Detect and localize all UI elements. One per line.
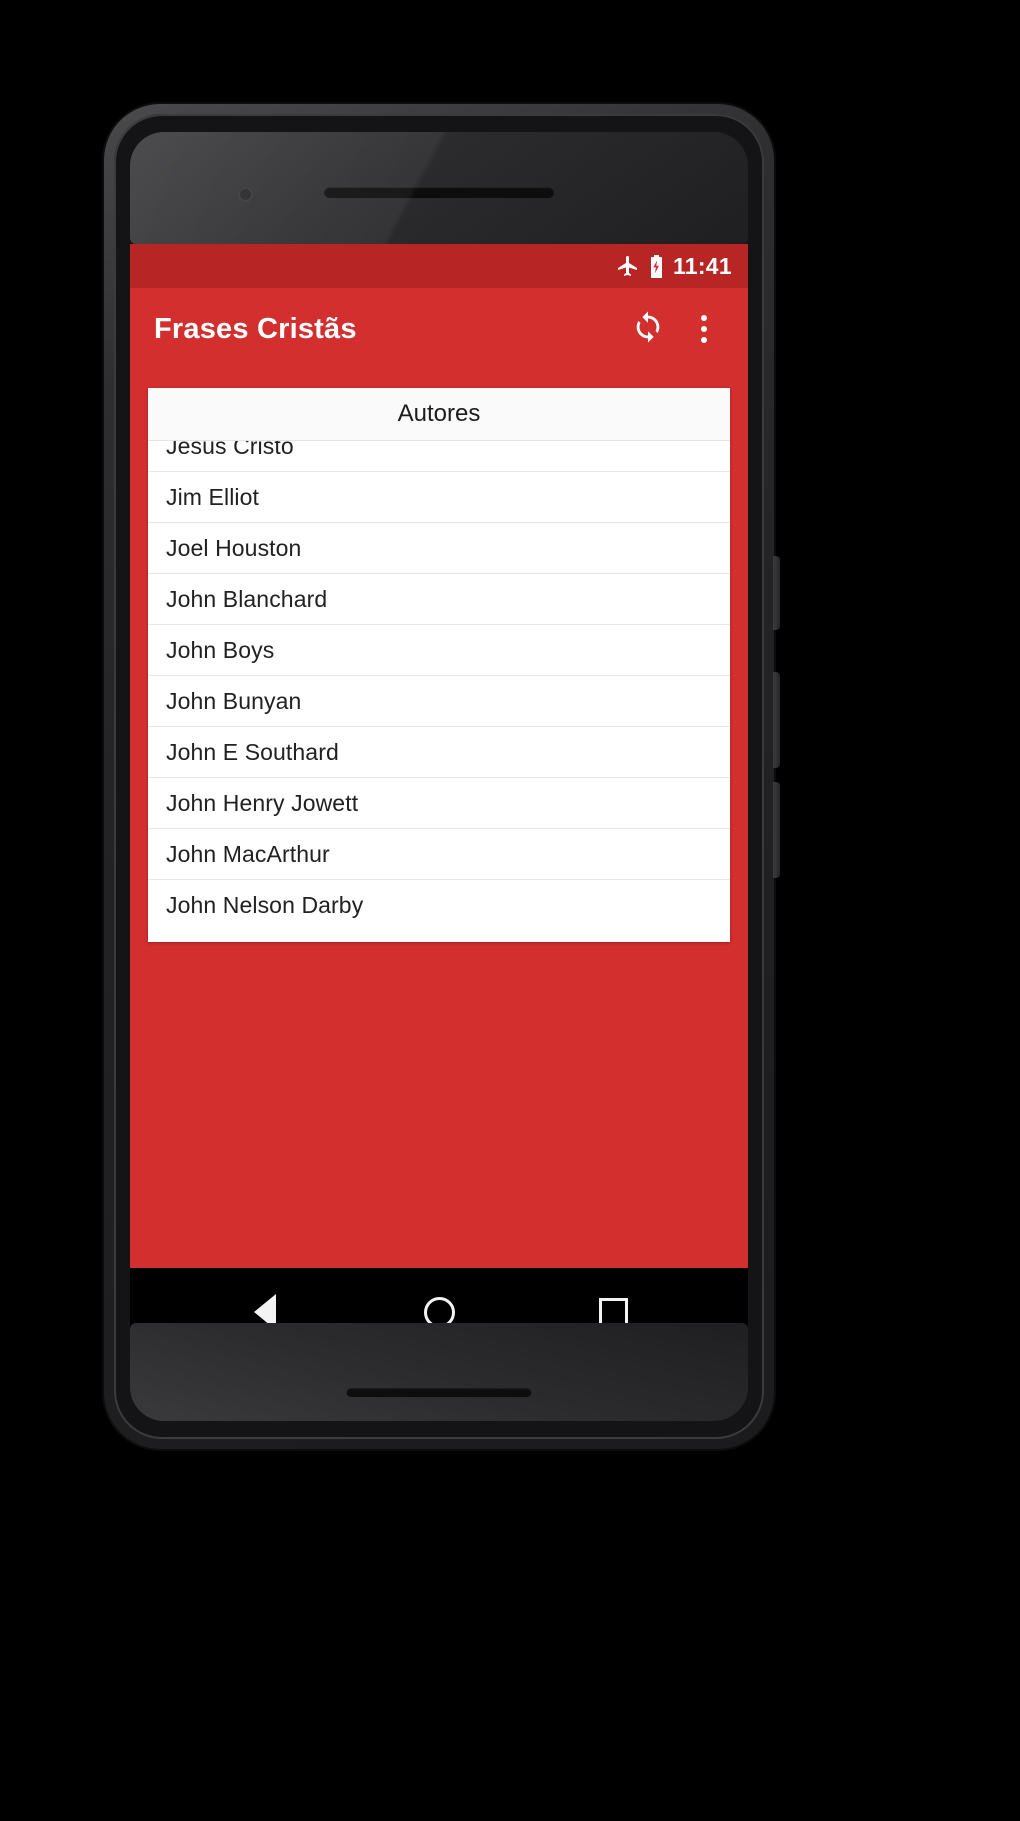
list-item[interactable]: John Henry Jowett (148, 778, 730, 829)
power-button[interactable] (773, 556, 780, 630)
list-item[interactable]: John MacArthur (148, 829, 730, 880)
phone-bottom-bezel (130, 1323, 748, 1421)
app-content: Autores Jesus Cristo Jim Elliot Joel Hou… (130, 370, 748, 1268)
list-item[interactable]: Joel Houston (148, 523, 730, 574)
author-name: John E Southard (166, 738, 339, 765)
status-bar: 11:41 (130, 244, 748, 288)
authors-card: Autores Jesus Cristo Jim Elliot Joel Hou… (148, 388, 730, 942)
author-name: Jesus Cristo (166, 441, 294, 459)
battery-charging-icon (649, 254, 664, 278)
refresh-icon (631, 310, 665, 349)
app-title: Frases Cristãs (154, 312, 357, 345)
volume-up-button[interactable] (773, 672, 780, 768)
phone-top-bezel (130, 132, 748, 244)
list-item[interactable]: Jesus Cristo (148, 441, 730, 472)
bottom-speaker (346, 1388, 532, 1397)
front-camera-icon (238, 187, 253, 202)
list-item[interactable]: Jim Elliot (148, 472, 730, 523)
list-item[interactable]: John Nelson Darby (148, 880, 730, 931)
author-name: Joel Houston (166, 534, 302, 561)
author-name: John Boys (166, 636, 275, 663)
earpiece-speaker (324, 187, 554, 198)
list-item[interactable]: John Bunyan (148, 676, 730, 727)
author-name: John Henry Jowett (166, 789, 359, 816)
list-item[interactable]: John Blanchard (148, 574, 730, 625)
author-name: John MacArthur (166, 840, 330, 867)
authors-list-header: Autores (148, 388, 730, 441)
airplane-mode-icon (616, 254, 640, 278)
authors-list-scroll[interactable]: Jesus Cristo Jim Elliot Joel Houston Joh… (148, 441, 730, 942)
author-name: John Nelson Darby (166, 892, 364, 918)
status-bar-clock: 11:41 (672, 252, 732, 279)
author-name: John Blanchard (166, 585, 328, 612)
phone-frame: 11:41 Frases Cristãs Autores Jesus Crist… (104, 104, 780, 1449)
phone-screen: 11:41 Frases Cristãs Autores Jesus Crist… (130, 244, 748, 1356)
app-bar: Frases Cristãs (130, 288, 748, 370)
author-name: John Bunyan (166, 687, 302, 714)
authors-list-header-label: Autores (397, 400, 481, 427)
list-item[interactable]: John Boys (148, 625, 730, 676)
author-name: Jim Elliot (166, 483, 260, 510)
list-item[interactable]: John E Southard (148, 727, 730, 778)
overflow-menu-button[interactable] (676, 301, 732, 357)
authors-list: Jesus Cristo Jim Elliot Joel Houston Joh… (148, 441, 730, 931)
more-vertical-icon (701, 315, 707, 343)
refresh-button[interactable] (620, 301, 676, 357)
volume-down-button[interactable] (773, 782, 780, 878)
